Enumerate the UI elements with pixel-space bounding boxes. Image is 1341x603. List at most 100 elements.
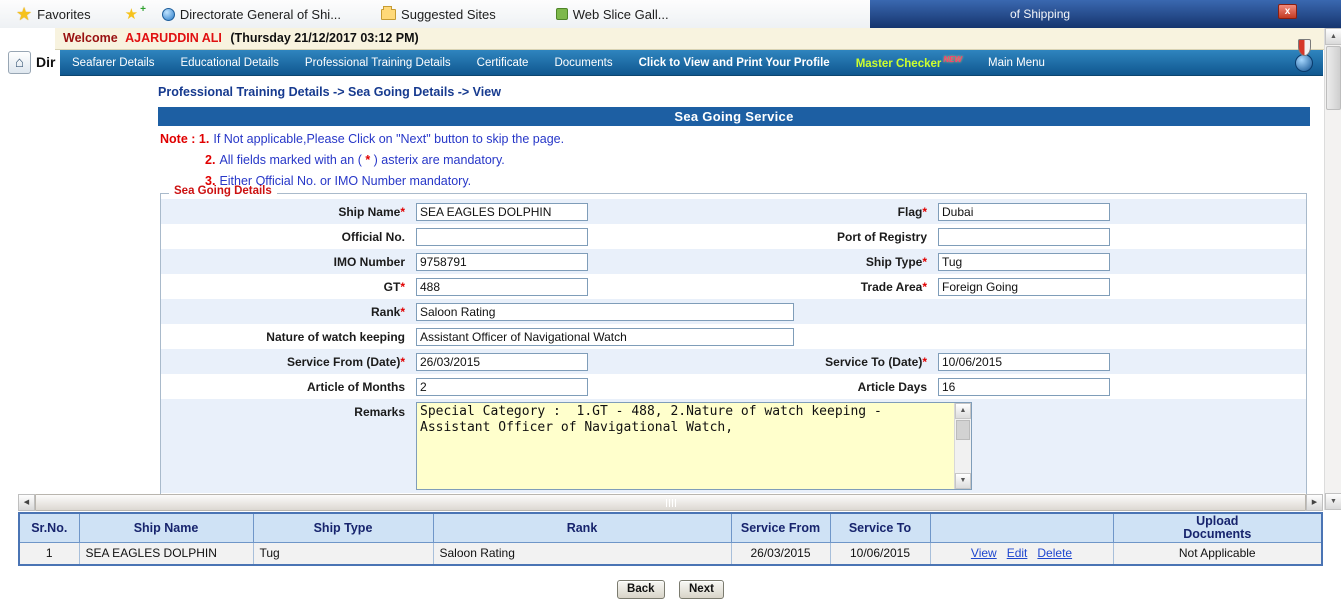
welcome-label: Welcome [63, 31, 118, 45]
nature-of-watch-keeping-input[interactable] [416, 328, 794, 346]
service-from-label: Service From (Date)* [161, 355, 410, 369]
table-header-ship-name: Ship Name [79, 513, 253, 543]
remarks-scrollbar-thumb[interactable] [956, 420, 970, 440]
gt-input[interactable] [416, 278, 588, 296]
table-row: 1 SEA EAGLES DOLPHIN Tug Saloon Rating 2… [19, 543, 1322, 565]
cell-ship-name: SEA EAGLES DOLPHIN [79, 543, 253, 565]
table-header-service-from: Service From [731, 513, 830, 543]
nav-professional-training-details[interactable]: Professional Training Details [305, 57, 451, 69]
cell-rank: Saloon Rating [433, 543, 731, 565]
vertical-scrollbar[interactable]: ▲ ▼ [1324, 28, 1341, 510]
official-no-input[interactable] [416, 228, 588, 246]
scroll-up-icon[interactable]: ▲ [955, 403, 971, 419]
fieldset-legend: Sea Going Details [169, 185, 277, 197]
flag-label: Flag* [590, 205, 932, 219]
form-row-service-dates: Service From (Date)* Service To (Date)* [161, 349, 1306, 374]
favorites-button[interactable]: ★ Favorites [16, 5, 91, 23]
master-checker-label: Master Checker [856, 58, 942, 70]
ship-type-input[interactable] [938, 253, 1110, 271]
form-row-article: Article of Months Article Days [161, 374, 1306, 399]
globe-icon [162, 8, 175, 21]
nav-main-menu[interactable]: Main Menu [988, 57, 1045, 69]
nav-educational-details[interactable]: Educational Details [180, 57, 278, 69]
table-header-rank: Rank [433, 513, 731, 543]
nav-seafarer-details[interactable]: Seafarer Details [72, 57, 154, 69]
form-row-ship-flag: Ship Name* Flag* [161, 199, 1306, 224]
article-of-months-label: Article of Months [161, 380, 410, 394]
cell-actions: View Edit Delete [930, 543, 1113, 565]
trade-area-label: Trade Area* [590, 280, 932, 294]
user-name: AJARUDDIN ALI [125, 31, 222, 45]
nav-master-checker[interactable]: Master CheckerNEW [856, 55, 962, 70]
horizontal-scrollbar-thumb[interactable] [35, 494, 1306, 511]
port-of-registry-label: Port of Registry [590, 230, 932, 244]
nav-view-print-profile[interactable]: Click to View and Print Your Profile [639, 57, 830, 69]
nav-certificate[interactable]: Certificate [477, 57, 529, 69]
main-nav-bar: Seafarer Details Educational Details Pro… [60, 50, 1323, 76]
next-button[interactable]: Next [679, 580, 724, 599]
scroll-up-icon[interactable]: ▲ [1325, 28, 1341, 45]
remarks-textarea[interactable]: Special Category : 1.GT - 488, 2.Nature … [416, 402, 972, 490]
cell-ship-type: Tug [253, 543, 433, 565]
article-days-label: Article Days [590, 380, 932, 394]
rank-label: Rank* [161, 305, 410, 319]
favorite-link-dgshipping[interactable]: Directorate General of Shi... [162, 7, 341, 22]
form-row-remarks: Remarks Special Category : 1.GT - 488, 2… [161, 399, 1306, 493]
scroll-down-icon[interactable]: ▼ [955, 473, 971, 489]
service-to-date-input[interactable] [938, 353, 1110, 371]
ship-name-input[interactable] [416, 203, 588, 221]
page-title: Sea Going Service [158, 107, 1310, 126]
window-titlebar-fragment: of Shipping x [870, 0, 1341, 28]
service-to-label: Service To (Date)* [590, 355, 932, 369]
add-favorite-button[interactable]: ★ + [125, 7, 146, 22]
house-icon: ⌂ [15, 54, 24, 71]
footer-actions: Back Next [0, 579, 1341, 599]
session-datetime: (Thursday 21/12/2017 03:12 PM) [230, 31, 418, 45]
favorites-star-icon: ★ [16, 5, 32, 23]
web-slices-button[interactable]: Web Slice Gall... [556, 7, 669, 22]
imo-number-label: IMO Number [161, 255, 410, 269]
ship-type-label: Ship Type* [590, 255, 932, 269]
cell-upload-documents: Not Applicable [1113, 543, 1322, 565]
blue-globe-icon[interactable] [1295, 54, 1313, 72]
table-header-upload-documents: Upload Documents [1113, 513, 1322, 543]
sea-going-details-fieldset: Sea Going Details Ship Name* Flag* Offic… [160, 193, 1307, 498]
scroll-right-icon[interactable]: ▶ [1306, 494, 1323, 511]
folder-icon [381, 9, 396, 20]
service-from-date-input[interactable] [416, 353, 588, 371]
table-header-row: Sr.No. Ship Name Ship Type Rank Service … [19, 513, 1322, 543]
sea-going-records-table: Sr.No. Ship Name Ship Type Rank Service … [18, 512, 1323, 566]
web-slice-icon [556, 8, 568, 20]
article-days-input[interactable] [938, 378, 1110, 396]
scroll-left-icon[interactable]: ◀ [18, 494, 35, 511]
scroll-down-icon[interactable]: ▼ [1325, 493, 1341, 510]
cell-srno: 1 [19, 543, 79, 565]
vertical-scrollbar-thumb[interactable] [1326, 46, 1341, 110]
view-link[interactable]: View [971, 546, 997, 560]
titlebar-text: of Shipping [1010, 7, 1070, 21]
imo-number-input[interactable] [416, 253, 588, 271]
remarks-scrollbar[interactable]: ▲ ▼ [954, 403, 971, 489]
table-header-actions [930, 513, 1113, 543]
official-no-label: Official No. [161, 230, 410, 244]
delete-link[interactable]: Delete [1037, 546, 1072, 560]
remarks-label: Remarks [161, 399, 410, 419]
port-of-registry-input[interactable] [938, 228, 1110, 246]
horizontal-scrollbar[interactable]: ◀ ▶ [18, 494, 1323, 511]
remarks-text: Special Category : 1.GT - 488, 2.Nature … [420, 404, 952, 488]
close-icon[interactable]: x [1278, 4, 1297, 19]
home-button[interactable]: ⌂ [8, 51, 31, 74]
gt-label: GT* [161, 280, 410, 294]
trade-area-input[interactable] [938, 278, 1110, 296]
form-row-watch-keeping: Nature of watch keeping [161, 324, 1306, 349]
table-header-service-to: Service To [830, 513, 930, 543]
back-button[interactable]: Back [617, 580, 665, 599]
flag-input[interactable] [938, 203, 1110, 221]
rank-input[interactable] [416, 303, 794, 321]
suggested-sites-button[interactable]: Suggested Sites [381, 7, 496, 22]
note-line-2: 2.All fields marked with an ( * ) asteri… [205, 150, 564, 171]
edit-link[interactable]: Edit [1007, 546, 1028, 560]
article-of-months-input[interactable] [416, 378, 588, 396]
tab-title-fragment: Dir [36, 54, 55, 70]
nav-documents[interactable]: Documents [554, 57, 612, 69]
